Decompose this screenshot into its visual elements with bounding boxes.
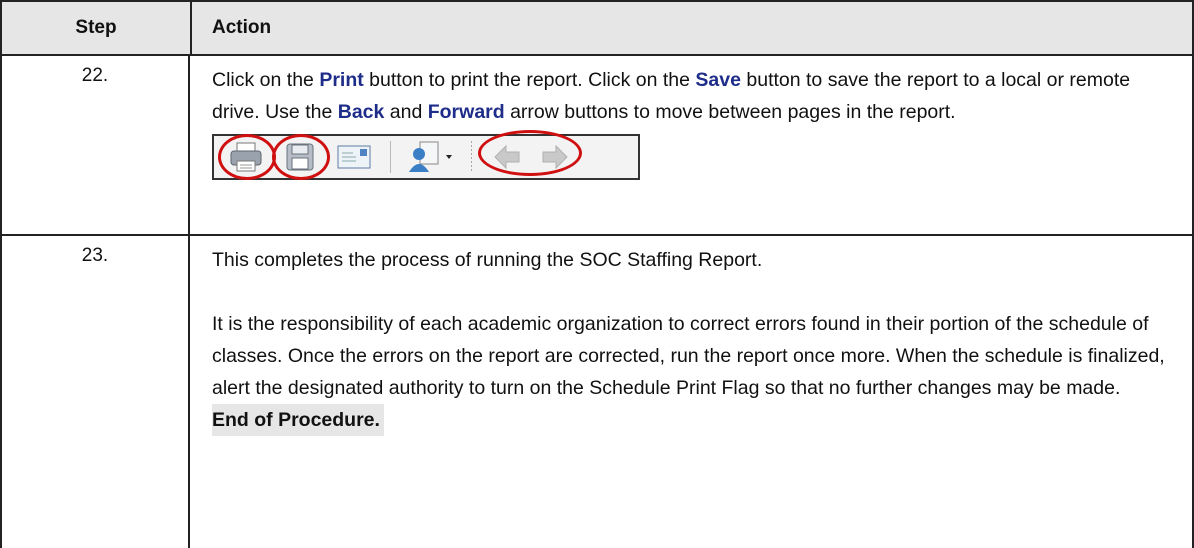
export-button[interactable] <box>403 136 459 178</box>
back-button[interactable] <box>490 136 524 178</box>
user-export-icon <box>409 141 452 172</box>
procedure-table: Step Action 22. Click on the Print butto… <box>0 0 1194 548</box>
table-header: Step Action <box>0 0 1194 56</box>
action-cell: Click on the Print button to print the r… <box>212 64 1172 180</box>
print-keyword: Print <box>319 69 364 91</box>
save-button[interactable] <box>272 134 330 180</box>
toolbar-screenshot <box>212 130 640 180</box>
toolbar-separator <box>390 141 391 173</box>
step-number: 23. <box>2 236 190 548</box>
table-row: 23. This completes the process of runnin… <box>0 236 1194 548</box>
instruction-text: Click on the Print button to print the r… <box>212 69 1131 123</box>
action-column-header: Action <box>212 17 272 38</box>
forward-keyword: Forward <box>427 101 505 123</box>
end-of-procedure: End of Procedure. <box>212 404 384 436</box>
back-arrow-icon <box>494 144 520 170</box>
save-keyword: Save <box>695 69 741 91</box>
email-button[interactable] <box>330 136 378 178</box>
toolbar-separator <box>471 141 472 173</box>
email-icon <box>337 145 371 169</box>
forward-arrow-icon <box>542 144 568 170</box>
completion-text: This completes the process of running th… <box>212 249 763 271</box>
back-keyword: Back <box>337 101 385 123</box>
step-number: 22. <box>2 56 190 234</box>
forward-button[interactable] <box>538 136 572 178</box>
action-cell: This completes the process of running th… <box>212 244 1172 436</box>
table-row: 22. Click on the Print button to print t… <box>0 56 1194 236</box>
responsibility-paragraph: It is the responsibility of each academi… <box>212 313 1165 399</box>
nav-arrows-group <box>478 130 582 178</box>
step-column-header: Step <box>2 2 192 54</box>
print-button[interactable] <box>218 134 276 180</box>
